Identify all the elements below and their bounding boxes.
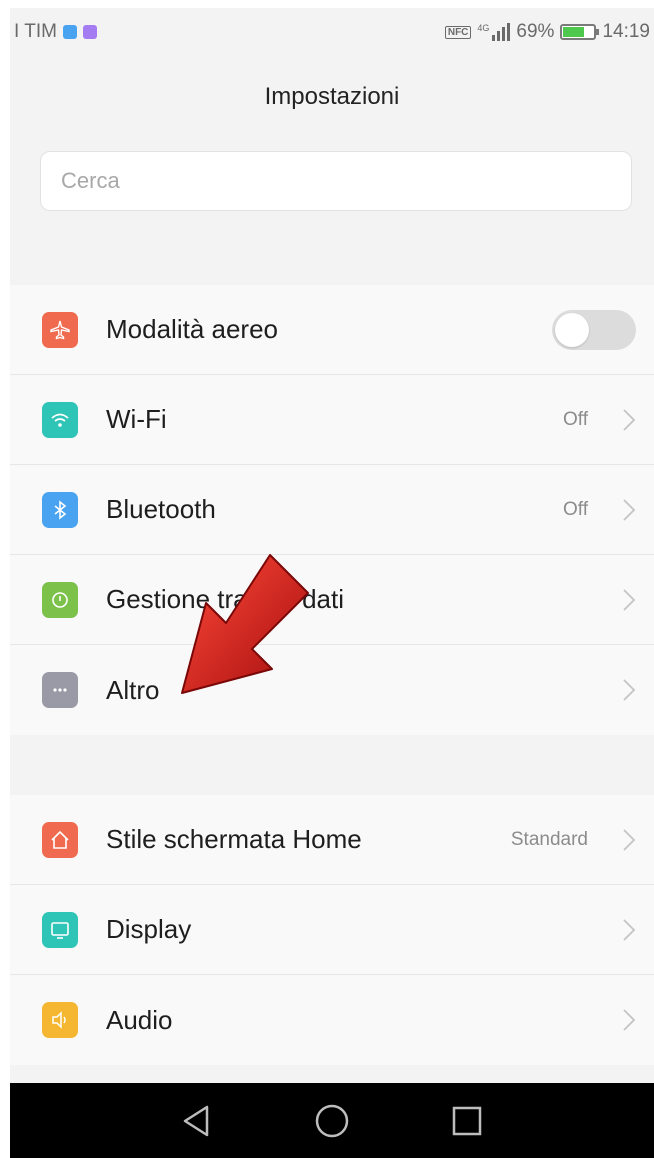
settings-item-stile-schermata-home[interactable]: Stile schermata Home Standard (10, 795, 654, 885)
settings-item-label: Altro (106, 674, 160, 705)
search-input[interactable]: Cerca (40, 151, 632, 211)
chevron-right-icon (623, 828, 636, 851)
settings-item-modalita-aereo[interactable]: Modalità aereo (10, 285, 654, 375)
recents-icon[interactable] (451, 1105, 483, 1137)
settings-item-label: Wi-Fi (106, 404, 167, 434)
chevron-right-icon (623, 1009, 636, 1031)
wifi-icon (42, 401, 78, 438)
chevron-right-icon (623, 408, 636, 431)
chevron-right-icon (623, 588, 636, 611)
chevron-right-icon (623, 498, 636, 521)
settings-item-bluetooth[interactable]: Bluetooth Off (10, 465, 654, 555)
carrier-label: I TIM (14, 21, 57, 42)
settings-item-label: Modalità aereo (106, 314, 278, 344)
nfc-icon: NFC (444, 25, 472, 39)
battery-icon (560, 24, 600, 40)
airplane-icon (42, 311, 78, 348)
toggle-knob (555, 312, 589, 347)
settings-item-gestione-traffico-dati[interactable]: Gestione traffico dati (10, 555, 654, 645)
settings-item-label: Display (106, 914, 192, 944)
settings-item-label: Audio (106, 1004, 173, 1035)
settings-item-wi-fi[interactable]: Wi-Fi Off (10, 375, 654, 465)
home-circle-icon[interactable] (314, 1103, 350, 1139)
display-icon (42, 911, 78, 948)
chevron-right-icon (623, 679, 636, 701)
bluetooth-icon (42, 491, 78, 528)
search-placeholder: Cerca (61, 168, 120, 193)
audio-icon (42, 1002, 78, 1038)
clock: 14:19 (602, 21, 650, 42)
settings-item-value: Off (563, 408, 588, 430)
status-bar: I TIM NFC 4G 69% 14:19 (10, 8, 654, 56)
settings-item-value: Standard (510, 828, 588, 850)
signal-icon: 4G (477, 23, 511, 41)
more-icon (42, 672, 78, 708)
settings-screen: I TIM NFC 4G 69% 14:19 Impostazioni Cerc… (10, 8, 654, 1158)
settings-item-audio[interactable]: Audio (10, 975, 654, 1065)
notification-icon (82, 25, 97, 39)
chevron-right-icon (623, 918, 636, 941)
settings-item-label: Gestione traffico dati (106, 584, 344, 614)
settings-group-connectivity: Modalità aereo Wi-Fi Off Bluetooth Off Gestio… (10, 285, 654, 735)
settings-item-value: Off (563, 498, 588, 520)
notification-icon (62, 25, 77, 39)
airplane-mode-toggle[interactable] (552, 309, 636, 350)
battery-percentage: 69% (516, 21, 555, 42)
settings-item-label: Stile schermata Home (106, 824, 362, 854)
settings-group-device: Stile schermata Home Standard Display Audio (10, 795, 654, 1065)
back-icon[interactable] (181, 1104, 213, 1138)
home-icon (42, 821, 78, 858)
data-traffic-icon (42, 581, 78, 618)
page-title: Impostazioni (264, 83, 400, 110)
settings-item-label: Bluetooth (106, 494, 216, 524)
settings-item-display[interactable]: Display (10, 885, 654, 975)
navigation-bar (10, 1083, 654, 1158)
network-type: 4G (477, 23, 490, 33)
settings-item-altro[interactable]: Altro (10, 645, 654, 735)
